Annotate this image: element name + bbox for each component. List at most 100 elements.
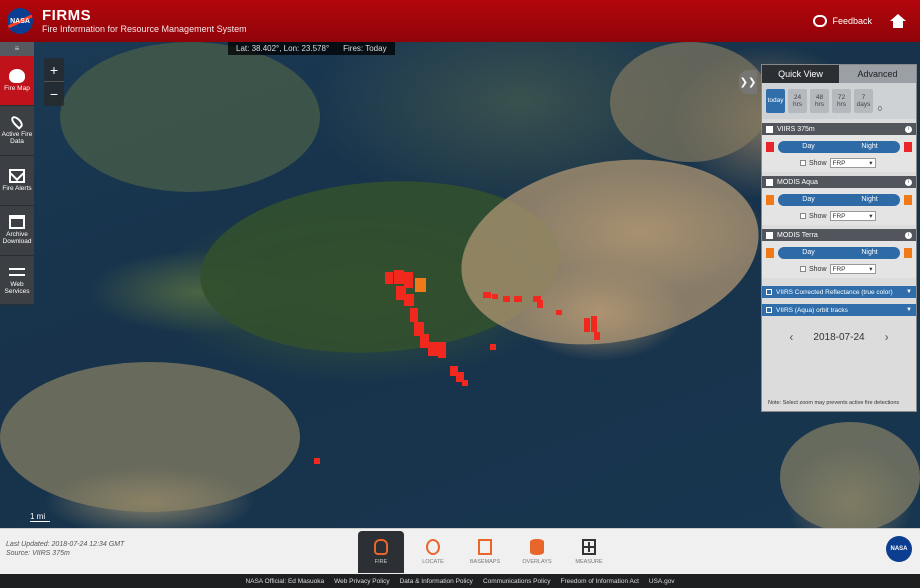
color-swatch[interactable] bbox=[904, 248, 912, 258]
nav-fire[interactable]: FIRE bbox=[358, 531, 404, 573]
color-swatch[interactable] bbox=[904, 142, 912, 152]
color-swatch[interactable] bbox=[766, 195, 774, 205]
chevron-left-icon[interactable]: ‹ bbox=[789, 330, 793, 344]
footer-link-data-policy[interactable]: Data & Information Policy bbox=[400, 578, 473, 585]
tab-quick-view[interactable]: Quick View bbox=[762, 65, 839, 83]
swap-arrows-icon bbox=[9, 265, 25, 279]
map-land bbox=[60, 42, 320, 192]
show-checkbox[interactable] bbox=[800, 213, 806, 219]
map-land bbox=[610, 42, 770, 162]
footer-link-foia[interactable]: Freedom of Information Act bbox=[561, 578, 639, 585]
current-date[interactable]: 2018-07-24 bbox=[813, 332, 864, 343]
coordinates-readout: Lat: 38.402°, Lon: 23.578° Fires: Today bbox=[228, 42, 395, 55]
fire-detection[interactable] bbox=[490, 344, 496, 350]
panel-note: Note: Select zoom may prevents active fi… bbox=[768, 400, 900, 406]
fire-detection[interactable] bbox=[410, 308, 418, 322]
brand: FIRMS Fire Information for Resource Mana… bbox=[42, 7, 247, 35]
fire-detection[interactable] bbox=[503, 296, 510, 302]
layer-modis-aqua-header[interactable]: MODIS Aqua i bbox=[762, 176, 916, 188]
layer-checkbox[interactable] bbox=[766, 125, 773, 133]
tool-fire-alerts[interactable]: Fire Alerts bbox=[0, 156, 34, 206]
chevron-down-icon: ▾ bbox=[869, 160, 873, 167]
chevron-down-icon: ▾ bbox=[869, 213, 873, 220]
tab-advanced[interactable]: Advanced bbox=[839, 65, 916, 83]
tool-archive-download[interactable]: Archive Download bbox=[0, 206, 34, 256]
home-icon[interactable] bbox=[890, 14, 906, 28]
range-24hrs[interactable]: 24 hrs bbox=[788, 89, 807, 113]
layer-modis-terra-header[interactable]: MODIS Terra i bbox=[762, 229, 916, 241]
fire-detection[interactable] bbox=[584, 318, 590, 332]
footer-link-nasa-official[interactable]: NASA Official: Ed Masuoka bbox=[245, 578, 324, 585]
nav-locate[interactable]: LOCATE bbox=[410, 531, 456, 573]
range-72hrs[interactable]: 72 hrs bbox=[832, 89, 851, 113]
color-swatch[interactable] bbox=[766, 248, 774, 258]
zoom-out-button[interactable]: − bbox=[44, 82, 64, 106]
fire-detection[interactable] bbox=[404, 294, 414, 306]
range-today[interactable]: today bbox=[766, 89, 785, 113]
chevron-right-icon[interactable]: › bbox=[885, 330, 889, 344]
fire-detection[interactable] bbox=[415, 278, 426, 292]
layer-checkbox[interactable] bbox=[766, 289, 772, 295]
color-swatch[interactable] bbox=[904, 195, 912, 205]
chevron-down-icon: ▼ bbox=[906, 307, 912, 313]
toolbar-handle[interactable]: ≡ bbox=[0, 42, 34, 56]
fire-detection[interactable] bbox=[591, 316, 597, 332]
fire-detection[interactable] bbox=[438, 342, 446, 358]
chat-icon bbox=[813, 15, 828, 27]
zoom-in-button[interactable]: + bbox=[44, 58, 64, 82]
fire-detection[interactable] bbox=[394, 270, 404, 284]
day-night-toggle[interactable]: Day Night bbox=[778, 247, 900, 259]
collapse-panel-button[interactable]: ❯❯ bbox=[739, 70, 757, 94]
fire-detection[interactable] bbox=[514, 296, 522, 302]
range-48hrs[interactable]: 48 hrs bbox=[810, 89, 829, 113]
tool-fire-map[interactable]: Fire Map bbox=[0, 56, 34, 106]
fire-detection[interactable] bbox=[556, 310, 562, 315]
nav-overlays[interactable]: OVERLAYS bbox=[514, 531, 560, 573]
time-range-selector: today 24 hrs 48 hrs 72 hrs 7 days 0 bbox=[762, 83, 916, 119]
info-icon[interactable]: i bbox=[905, 125, 912, 133]
show-checkbox[interactable] bbox=[800, 160, 806, 166]
color-swatch[interactable] bbox=[766, 142, 774, 152]
layer-orbit-tracks[interactable]: VIIRS (Aqua) orbit tracks ▼ bbox=[762, 304, 916, 316]
footer-link-usa-gov[interactable]: USA.gov bbox=[649, 578, 675, 585]
frp-select[interactable]: FRP ▾ bbox=[829, 264, 876, 274]
footer-link-privacy[interactable]: Web Privacy Policy bbox=[334, 578, 390, 585]
layer-checkbox[interactable] bbox=[766, 178, 773, 186]
fire-detection[interactable] bbox=[537, 300, 543, 308]
frp-select[interactable]: FRP ▾ bbox=[829, 158, 876, 168]
fire-detection[interactable] bbox=[492, 294, 498, 299]
nasa-meatball-logo[interactable]: NASA bbox=[886, 536, 912, 562]
layer-viirs-header[interactable]: VIIRS 375m i bbox=[762, 123, 916, 135]
info-icon[interactable]: i bbox=[905, 178, 912, 186]
hand-icon bbox=[374, 539, 388, 555]
fire-detection[interactable] bbox=[483, 292, 491, 298]
nasa-logo[interactable]: NASA bbox=[7, 8, 33, 34]
nav-measure[interactable]: MEASURE bbox=[566, 531, 612, 573]
range-7days[interactable]: 7 days bbox=[854, 89, 873, 113]
layer-corrected-reflectance[interactable]: VIIRS Corrected Reflectance (true color)… bbox=[762, 286, 916, 298]
show-checkbox[interactable] bbox=[800, 266, 806, 272]
tool-web-services[interactable]: Web Services bbox=[0, 256, 34, 306]
layer-checkbox[interactable] bbox=[766, 231, 773, 239]
nav-basemaps[interactable]: BASEMAPS bbox=[462, 531, 508, 573]
info-icon[interactable]: i bbox=[905, 231, 912, 239]
day-night-toggle[interactable]: Day Night bbox=[778, 194, 900, 206]
tool-active-fire-data[interactable]: Active Fire Data bbox=[0, 106, 34, 156]
frp-select[interactable]: FRP ▾ bbox=[829, 211, 876, 221]
app-title: FIRMS bbox=[42, 7, 92, 25]
fire-detection[interactable] bbox=[462, 380, 468, 386]
layers-panel: Quick View Advanced today 24 hrs 48 hrs 72… bbox=[761, 64, 917, 412]
footer-link-communications[interactable]: Communications Policy bbox=[483, 578, 551, 585]
fire-detection[interactable] bbox=[594, 332, 600, 340]
feedback-button[interactable]: Feedback bbox=[813, 15, 872, 27]
day-night-toggle[interactable]: Day Night bbox=[778, 141, 900, 153]
fire-detection[interactable] bbox=[385, 272, 393, 284]
layer-checkbox[interactable] bbox=[766, 307, 772, 313]
layers-icon bbox=[478, 539, 492, 555]
fire-detection[interactable] bbox=[314, 458, 320, 464]
map-scale: 1 mi bbox=[30, 512, 50, 522]
footer-links: NASA Official: Ed Masuoka Web Privacy Po… bbox=[0, 574, 920, 588]
plus-box-icon bbox=[582, 539, 596, 555]
layer-modis-aqua-body: Day Night Show FRP ▾ bbox=[762, 188, 916, 225]
fire-detection[interactable] bbox=[428, 342, 438, 356]
